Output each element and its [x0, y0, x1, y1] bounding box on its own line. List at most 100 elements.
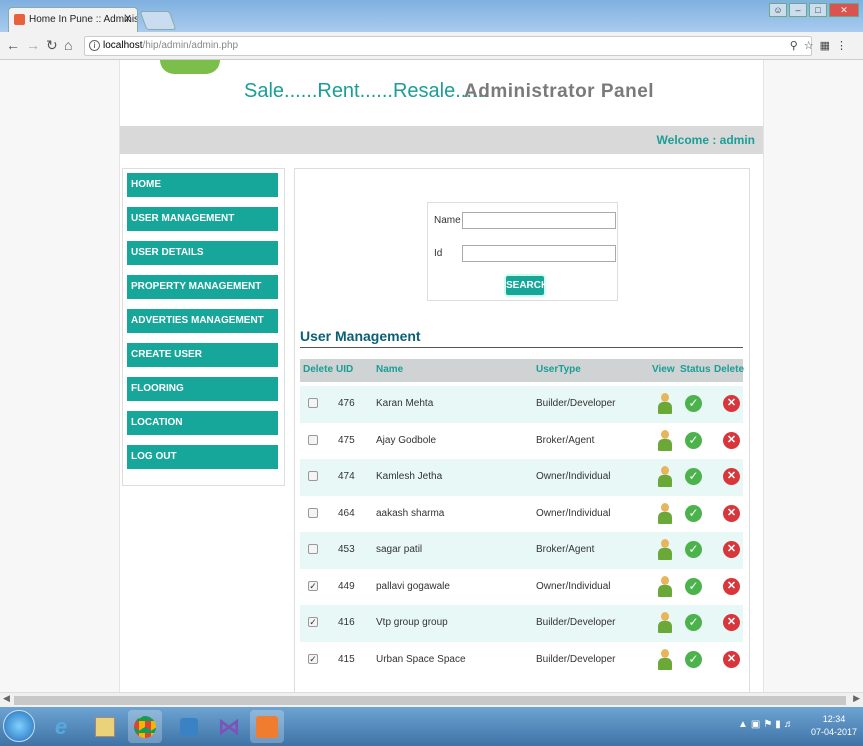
row-select-checkbox[interactable]: ✓ — [308, 580, 318, 591]
section-title: User Management — [300, 328, 421, 344]
info-icon[interactable]: i — [89, 40, 100, 51]
name-input[interactable] — [462, 212, 616, 229]
col-header-status: Status — [680, 364, 711, 375]
tab-close-icon[interactable]: X — [124, 8, 131, 31]
sidebar-item-property-management[interactable]: PROPERTY MANAGEMENT — [127, 275, 278, 299]
taskbar-clock[interactable]: 12:34 07-04-2017 — [811, 713, 857, 739]
close-window-icon[interactable]: ✕ — [829, 3, 859, 17]
app-icon[interactable] — [172, 710, 206, 743]
scroll-left-icon[interactable]: ◀ — [3, 693, 10, 704]
start-button[interactable] — [3, 710, 35, 742]
delete-user-icon[interactable]: ✕ — [723, 431, 740, 449]
status-active-icon[interactable]: ✓ — [685, 431, 702, 449]
search-button[interactable]: SEARCH — [504, 274, 548, 297]
status-active-icon[interactable]: ✓ — [685, 650, 702, 668]
search-form: Name Id SEARCH — [427, 202, 618, 301]
main-panel: Name Id SEARCH User Management Delete UI… — [294, 168, 750, 692]
status-active-icon[interactable]: ✓ — [685, 614, 702, 631]
sidebar: HOME USER MANAGEMENT USER DETAILS PROPER… — [122, 168, 285, 486]
cell-uid: 415 — [338, 653, 355, 665]
scrollbar-thumb[interactable] — [14, 696, 846, 705]
system-tray[interactable]: ▲▣⚑▮♬ — [738, 719, 797, 730]
forward-icon[interactable]: → — [26, 37, 40, 53]
explorer-icon[interactable] — [88, 710, 122, 743]
status-active-icon[interactable]: ✓ — [685, 468, 702, 485]
user-icon[interactable]: ☺ — [769, 3, 787, 17]
cell-usertype: Owner/Individual — [536, 507, 611, 519]
row-select-checkbox[interactable] — [308, 544, 318, 554]
delete-user-icon[interactable]: ✕ — [723, 577, 740, 595]
favicon-icon — [14, 14, 25, 25]
delete-user-icon[interactable]: ✕ — [723, 614, 740, 631]
ie-icon[interactable]: e — [44, 710, 78, 743]
cell-uid: 449 — [338, 580, 355, 592]
view-user-icon[interactable] — [658, 539, 672, 561]
table-row: ✓ 415 Urban Space Space Builder/Developer ✓ ✕ — [300, 642, 743, 679]
scroll-right-icon[interactable]: ▶ — [853, 693, 860, 704]
sidebar-item-user-details[interactable]: USER DETAILS — [127, 241, 278, 265]
row-select-checkbox[interactable] — [308, 507, 318, 518]
sidebar-item-home[interactable]: HOME — [127, 173, 278, 197]
cell-uid: 453 — [338, 544, 355, 555]
url-path: /hip/admin/admin.php — [142, 40, 239, 51]
table-row: ✓ 416 Vtp group group Builder/Developer ✓ ✕ — [300, 605, 743, 642]
view-user-icon[interactable] — [658, 502, 672, 525]
table-row: ✓ 449 pallavi gogawale Owner/Individual ✓ ✕ — [300, 569, 743, 606]
cell-usertype: Owner/Individual — [536, 471, 611, 482]
sidebar-item-user-management[interactable]: USER MANAGEMENT — [127, 207, 278, 231]
sidebar-item-flooring[interactable]: FLOORING — [127, 377, 278, 401]
sidebar-item-log-out[interactable]: LOG OUT — [127, 445, 278, 469]
status-active-icon[interactable]: ✓ — [685, 577, 702, 595]
delete-user-icon[interactable]: ✕ — [723, 650, 740, 668]
id-input[interactable] — [462, 245, 616, 262]
minimize-icon[interactable]: – — [789, 3, 807, 17]
new-tab-button[interactable] — [139, 11, 177, 30]
view-user-icon[interactable] — [658, 393, 672, 415]
cell-usertype: Owner/Individual — [536, 580, 611, 592]
back-icon[interactable]: ← — [6, 37, 20, 53]
bookmark-star-icon[interactable]: ⚲☆▦⋮ — [790, 39, 853, 52]
url-host: localhost — [103, 40, 143, 51]
delete-user-icon[interactable]: ✕ — [723, 541, 740, 558]
status-active-icon[interactable]: ✓ — [685, 395, 702, 412]
cell-uid: 476 — [338, 398, 355, 409]
home-icon[interactable]: ⌂ — [64, 37, 72, 53]
col-header-uid: UID — [336, 364, 354, 375]
cell-name: Karan Mehta — [376, 398, 434, 409]
maximize-icon[interactable]: □ — [809, 3, 827, 17]
table-row: 464 aakash sharma Owner/Individual ✓ ✕ — [300, 496, 743, 533]
address-bar-row: ← → ↻ ⌂ i localhost/hip/admin/admin.php … — [0, 32, 863, 60]
sidebar-item-adverties-management[interactable]: ADVERTIES MANAGEMENT — [127, 309, 278, 333]
row-select-checkbox[interactable] — [308, 434, 318, 445]
row-select-checkbox[interactable] — [308, 398, 318, 408]
browser-tab[interactable]: Home In Pune :: Adminis X — [8, 7, 138, 32]
site-logo — [160, 60, 220, 74]
row-select-checkbox[interactable]: ✓ — [308, 653, 318, 664]
view-user-icon[interactable] — [658, 429, 672, 452]
visual-studio-icon[interactable]: ⋈ — [212, 710, 246, 743]
view-user-icon[interactable] — [658, 612, 672, 634]
cell-usertype: Builder/Developer — [536, 617, 616, 628]
delete-user-icon[interactable]: ✕ — [723, 395, 740, 412]
divider — [300, 347, 743, 348]
row-select-checkbox[interactable] — [308, 471, 318, 481]
delete-user-icon[interactable]: ✕ — [723, 468, 740, 485]
sidebar-item-create-user[interactable]: CREATE USER — [127, 343, 278, 367]
delete-user-icon[interactable]: ✕ — [723, 504, 740, 522]
horizontal-scrollbar[interactable]: ◀ ▶ — [0, 692, 863, 707]
clock-date: 07-04-2017 — [810, 727, 857, 737]
cell-usertype: Broker/Agent — [536, 434, 595, 446]
status-active-icon[interactable]: ✓ — [685, 541, 702, 558]
row-select-checkbox[interactable]: ✓ — [308, 617, 318, 627]
view-user-icon[interactable] — [658, 575, 672, 598]
sidebar-item-location[interactable]: LOCATION — [127, 411, 278, 435]
xampp-icon[interactable] — [250, 710, 284, 743]
reload-icon[interactable]: ↻ — [46, 37, 58, 54]
col-header-delete-select: Delete — [303, 364, 334, 375]
view-user-icon[interactable] — [658, 648, 672, 671]
view-user-icon[interactable] — [658, 466, 672, 488]
chrome-icon[interactable] — [128, 710, 162, 743]
url-field[interactable]: i localhost/hip/admin/admin.php — [84, 36, 812, 56]
id-label: Id — [434, 248, 443, 259]
status-active-icon[interactable]: ✓ — [685, 504, 702, 522]
